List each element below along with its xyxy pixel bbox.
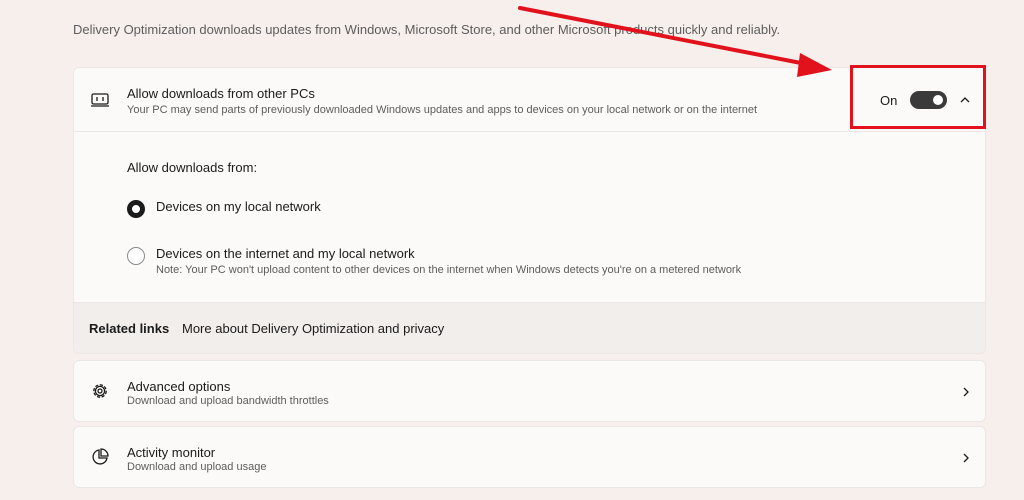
activity-monitor-title: Activity monitor: [127, 445, 216, 460]
radio-internet-and-local-label[interactable]: Devices on the internet and my local net…: [156, 246, 415, 261]
advanced-options-subtitle: Download and upload bandwidth throttles: [127, 395, 329, 407]
allow-downloads-subtitle: Your PC may send parts of previously dow…: [127, 104, 758, 116]
chevron-right-icon: [963, 387, 969, 397]
activity-monitor-card[interactable]: Activity monitor Download and upload usa…: [73, 426, 986, 488]
related-links-bar: Related links More about Delivery Optimi…: [74, 303, 985, 353]
pie-chart-icon: [92, 448, 109, 465]
related-links-title: Related links: [89, 321, 170, 336]
gear-icon: [93, 384, 107, 398]
allow-downloads-expanded-panel: Allow downloads from: Devices on my loca…: [74, 131, 985, 303]
allow-downloads-header[interactable]: Allow downloads from other PCs Your PC m…: [74, 68, 985, 132]
laptop-download-icon: [91, 93, 109, 107]
page-description: Delivery Optimization downloads updates …: [73, 22, 781, 37]
annotation-highlight-box: [850, 65, 986, 129]
radio-local-network-label[interactable]: Devices on my local network: [156, 199, 321, 214]
allow-downloads-from-label: Allow downloads from:: [127, 160, 258, 175]
radio-internet-note: Note: Your PC won't upload content to ot…: [156, 264, 742, 276]
activity-monitor-subtitle: Download and upload usage: [127, 461, 267, 473]
advanced-options-title: Advanced options: [127, 379, 231, 394]
chevron-right-icon: [963, 453, 969, 463]
allow-downloads-title: Allow downloads from other PCs: [127, 86, 315, 101]
delivery-optimization-privacy-link[interactable]: More about Delivery Optimization and pri…: [182, 321, 444, 336]
radio-local-network[interactable]: [127, 200, 145, 218]
radio-internet-and-local[interactable]: [127, 247, 145, 265]
advanced-options-card[interactable]: Advanced options Download and upload ban…: [73, 360, 986, 422]
